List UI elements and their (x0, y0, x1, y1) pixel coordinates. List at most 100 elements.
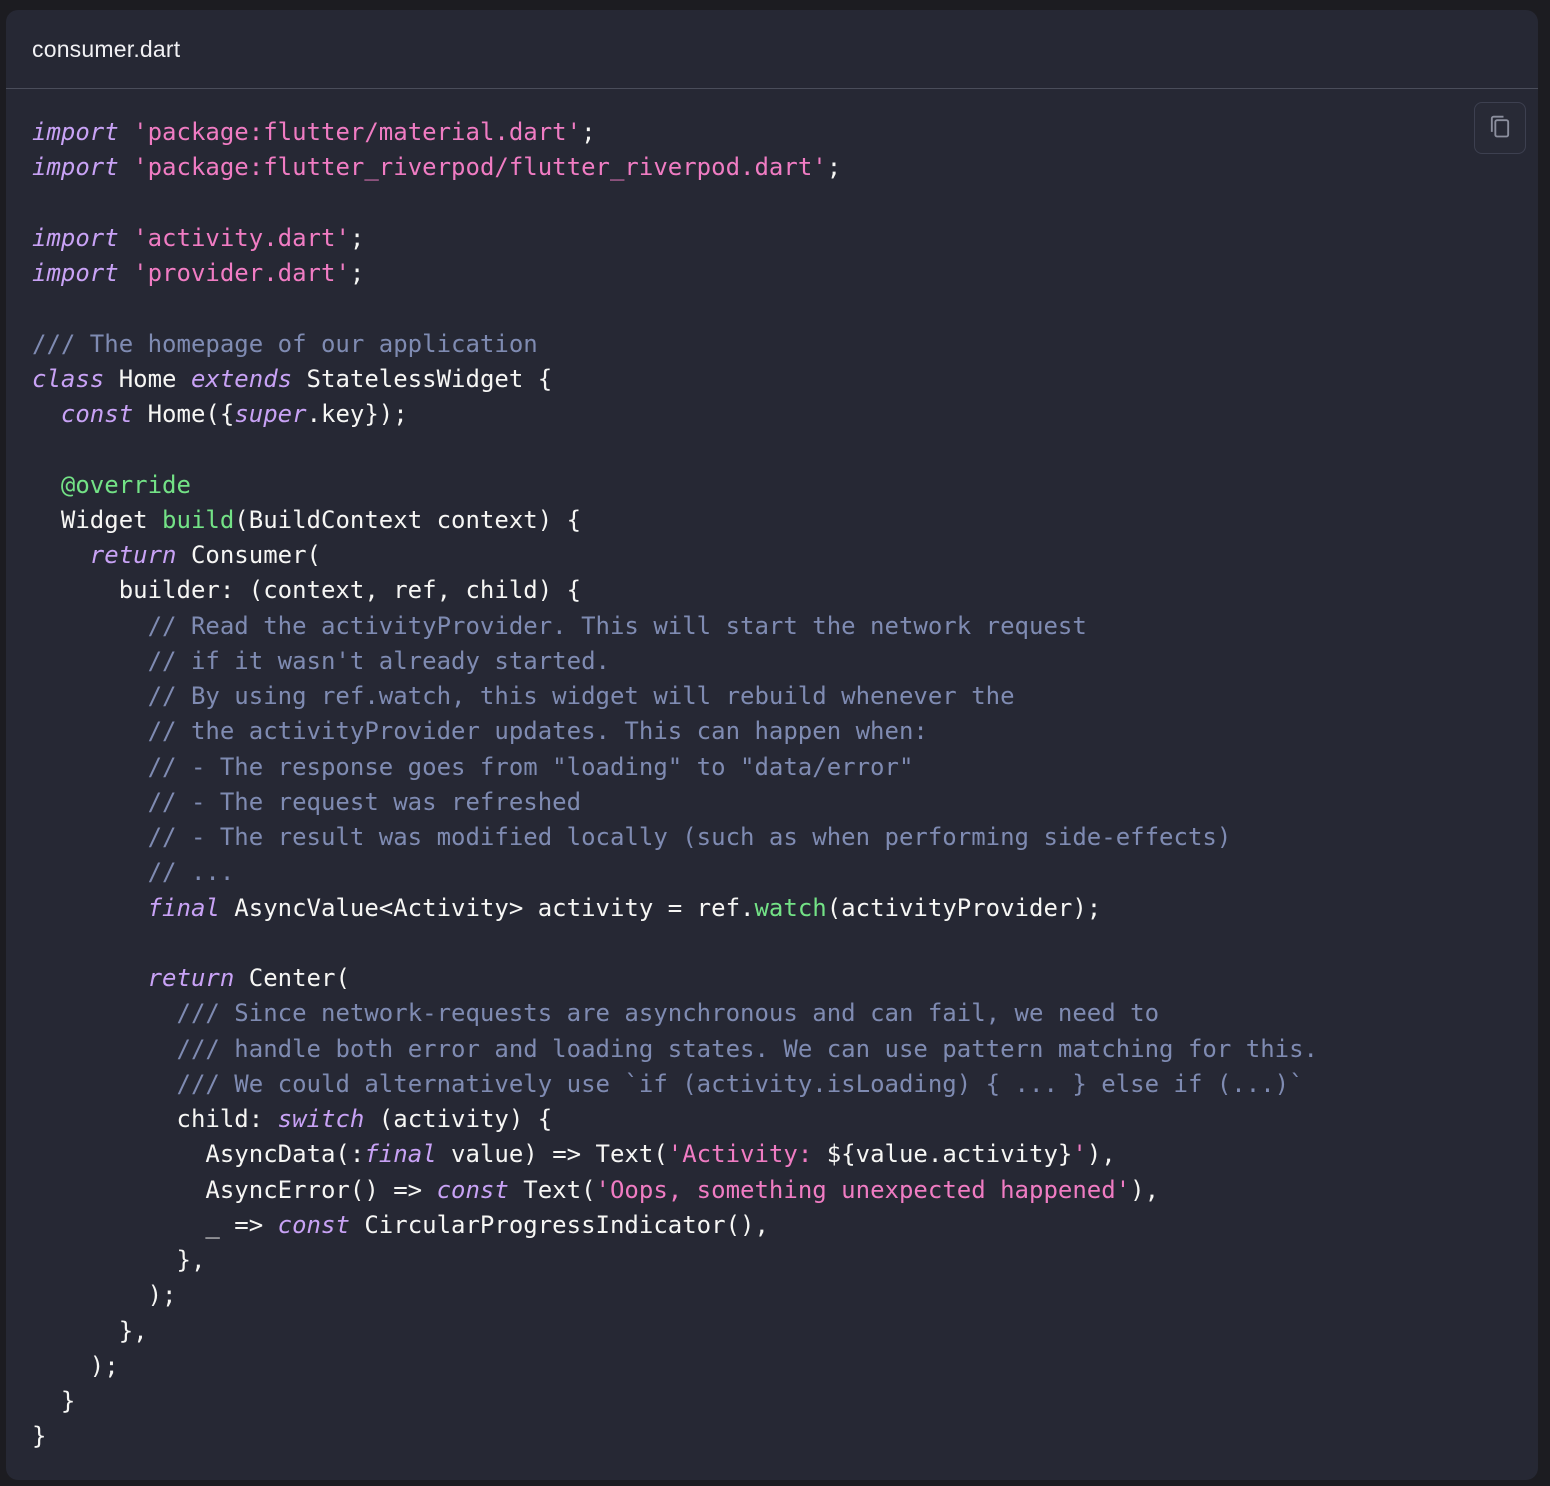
code-line: _ => const CircularProgressIndicator(), (32, 1208, 1318, 1243)
code-line: /// Since network-requests are asynchron… (32, 996, 1318, 1031)
code-token-keyword: const (436, 1175, 509, 1204)
code-line: import 'activity.dart'; (32, 221, 1318, 256)
code-block-header: consumer.dart (6, 10, 1538, 89)
code-token-function: build (162, 505, 235, 534)
code-token-text: Home (104, 364, 191, 393)
code-token-keyword: final (147, 893, 220, 922)
code-line: return Consumer( (32, 538, 1318, 573)
code-token-text: ${value.activity} (826, 1140, 1073, 1169)
code-line: import 'package:flutter_riverpod/flutter… (32, 150, 1318, 185)
code-token-text: builder: (context, ref, child) { (32, 576, 582, 605)
code-token-text: } (32, 1422, 47, 1451)
code-line: // ... (32, 855, 1318, 890)
code-line: ​ (32, 432, 1318, 467)
code-line: ​ (32, 926, 1318, 961)
copy-icon (1486, 112, 1514, 145)
code-token-comment: /// We could alternatively use `if (acti… (176, 1069, 1304, 1098)
code-line: child: switch (activity) { (32, 1102, 1318, 1137)
file-name: consumer.dart (32, 35, 181, 62)
code-line: // - The request was refreshed (32, 785, 1318, 820)
code-token-text: ); (32, 1351, 119, 1380)
code-token-keyword: import (32, 118, 119, 146)
code-token-comment: /// handle both error and loading states… (176, 1034, 1319, 1063)
code-block: consumer.dart import 'package:flutter/ma… (6, 10, 1538, 1480)
code-token-comment: // - The request was refreshed (147, 787, 582, 816)
code-token-function: watch (754, 893, 827, 922)
copy-button[interactable] (1474, 102, 1526, 154)
code-token-string: ' (1072, 1140, 1087, 1169)
code-token-text: AsyncValue<Activity> activity = ref. (219, 893, 755, 922)
code-token-text: AsyncData(: (32, 1140, 365, 1169)
code-token-text: Text( (508, 1175, 596, 1204)
code-token-comment: /// Since network-requests are asynchron… (176, 999, 1160, 1028)
code-line: ​ (32, 186, 1318, 221)
code-token-text: CircularProgressIndicator(), (349, 1210, 769, 1239)
code-token-keyword: switch (277, 1105, 365, 1133)
code-token-text: ; (349, 223, 365, 252)
code-line: /// We could alternatively use `if (acti… (32, 1067, 1318, 1102)
code-token-text: child: (32, 1105, 278, 1133)
code-token-keyword: class (32, 364, 105, 393)
code-token-keyword: import (32, 153, 119, 182)
code-token-keyword: return (89, 541, 177, 569)
code-line: // Read the activityProvider. This will … (32, 609, 1318, 644)
code-line: // - The response goes from "loading" to… (32, 750, 1318, 785)
code-line: } (32, 1384, 1318, 1419)
code-line: ​ (32, 291, 1318, 326)
code-content: import 'package:flutter/material.dart'; i… (32, 115, 1318, 1455)
code-line: @override (32, 468, 1318, 503)
code-token-keyword: return (147, 964, 235, 992)
code-token-text: (BuildContext context) { (234, 505, 582, 534)
code-token-text: Widget (32, 505, 163, 534)
code-token-string: 'package:flutter/material.dart' (133, 118, 582, 146)
code-token-text: ), (1130, 1175, 1160, 1204)
code-token-text: StatelessWidget { (292, 364, 553, 393)
code-token-comment: /// The homepage of our application (32, 329, 538, 358)
code-line: final AsyncValue<Activity> activity = re… (32, 891, 1318, 926)
code-token-function: @override (60, 470, 191, 499)
code-token-string: 'Oops, something unexpected happened' (595, 1175, 1131, 1204)
code-token-text: }, (32, 1316, 148, 1345)
code-token-keyword: super (234, 400, 307, 428)
code-line: return Center( (32, 961, 1318, 996)
code-token-string: 'Activity: (667, 1140, 827, 1169)
code-token-text: } (32, 1387, 76, 1415)
code-line: /// handle both error and loading states… (32, 1032, 1319, 1067)
code-line: AsyncData(:final value) => Text('Activit… (32, 1137, 1318, 1172)
code-line: import 'package:flutter/material.dart'; (32, 115, 1318, 150)
code-token-text: ; (581, 118, 596, 146)
code-token-text: ; (826, 153, 842, 182)
code-token-keyword: const (60, 400, 134, 428)
code-line: ); (32, 1349, 1318, 1384)
code-token-text: (activity) { (364, 1105, 553, 1133)
code-line: } (32, 1419, 1318, 1454)
code-token-text: value) => Text( (436, 1140, 668, 1169)
code-line: // By using ref.watch, this widget will … (32, 679, 1318, 714)
code-token-string: 'provider.dart' (133, 259, 350, 287)
code-token-text: _ => (32, 1210, 278, 1239)
code-line: Widget build(BuildContext context) { (32, 503, 1318, 538)
code-token-comment: // if it wasn't already started. (147, 646, 610, 675)
copy-icon-svg (1490, 115, 1510, 137)
code-line: builder: (context, ref, child) { (32, 573, 1318, 608)
code-token-text: ), (1086, 1140, 1116, 1169)
code-line: class Home extends StatelessWidget { (32, 362, 1318, 397)
code-line: const Home({super.key}); (32, 397, 1318, 432)
code-line: /// The homepage of our application (32, 327, 1318, 362)
code-line: import 'provider.dart'; (32, 256, 1318, 291)
code-token-text: Center( (234, 964, 350, 992)
